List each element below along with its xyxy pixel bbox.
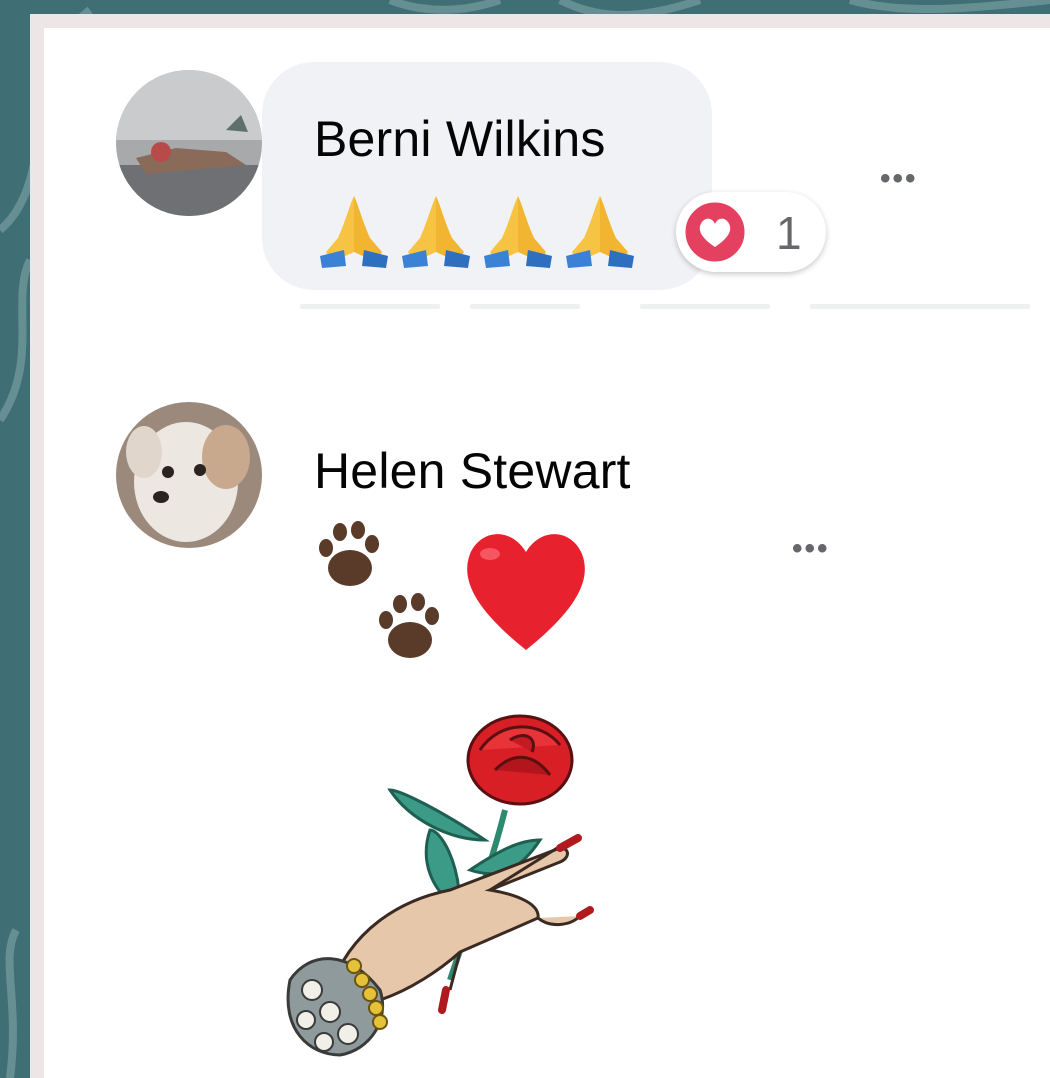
- avatar-photo-icon: [116, 70, 262, 216]
- rose-in-hand-sticker[interactable]: [270, 690, 630, 1060]
- red-heart-emoji-icon: [467, 534, 586, 650]
- comment-text: [312, 510, 596, 665]
- reaction-count: 1: [776, 207, 802, 259]
- avatar-helen-stewart[interactable]: [116, 402, 262, 548]
- reaction-summary[interactable]: 1: [676, 192, 826, 272]
- comment-actions-placeholder: [300, 304, 1030, 309]
- dog-avatar-photo-icon: [116, 402, 262, 548]
- comment-author-name[interactable]: Helen Stewart: [314, 442, 631, 500]
- more-options-button[interactable]: •••: [792, 534, 830, 564]
- more-options-button[interactable]: •••: [880, 164, 918, 194]
- praying-hands-emoji-icon: [320, 196, 634, 268]
- comment-text: [316, 190, 656, 277]
- comments-card: Berni Wilkins 🙏🙏🙏🙏 1 •••: [30, 14, 1050, 1078]
- comment-author-name[interactable]: Berni Wilkins: [314, 110, 606, 168]
- avatar-berni-wilkins[interactable]: [116, 70, 262, 216]
- heart-reaction-icon: [682, 199, 748, 265]
- paw-prints-emoji-icon: [319, 521, 439, 658]
